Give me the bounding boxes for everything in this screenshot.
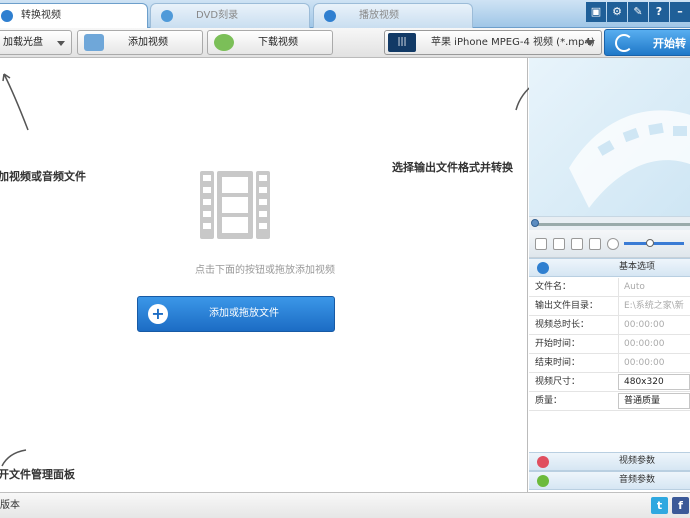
filename-field[interactable]: Auto <box>618 278 690 296</box>
volume-icon[interactable] <box>607 238 619 250</box>
arrow-hint-icon <box>2 73 29 131</box>
start-time-field[interactable]: 00:00:00 <box>618 335 690 353</box>
settings-panel: 基本选项 文件名： Auto 输出文件目录： E:\系统之家\新 视频总时长： … <box>529 258 690 492</box>
device-format-icon: ||| <box>388 33 416 52</box>
load-disc-button[interactable]: 加载光盘 <box>0 30 72 55</box>
register-icon[interactable]: ▣ <box>586 2 606 22</box>
setting-row-video-size: 视频尺寸： 480x320 <box>529 373 690 392</box>
video-params-header[interactable]: 视频参数 <box>529 452 690 471</box>
disc-icon <box>161 10 173 22</box>
file-drop-area[interactable]: 加视频或音频文件 选择输出文件格式并转换 点击下面的按钮或拖放添加视频 + 添加… <box>0 58 575 492</box>
hint-add-files: 加视频或音频文件 <box>0 170 86 183</box>
film-strip-icon <box>200 171 270 239</box>
setting-row-filename: 文件名： Auto <box>529 278 690 297</box>
folder-icon[interactable] <box>589 238 601 250</box>
quality-select[interactable]: 普通质量 <box>618 393 690 409</box>
video-size-select[interactable]: 480x320 <box>618 374 690 390</box>
basic-options-header[interactable]: 基本选项 <box>529 258 690 277</box>
output-dir-field[interactable]: E:\系统之家\新 <box>618 297 690 315</box>
download-video-button[interactable]: 下载视频 <box>207 30 333 55</box>
video-params-icon <box>537 456 549 468</box>
seek-bar[interactable] <box>529 216 690 230</box>
video-preview <box>529 58 690 216</box>
snapshot-icon[interactable] <box>571 238 583 250</box>
facebook-icon[interactable]: f <box>672 497 689 514</box>
tab-bar: 转换视频 DVD刻录 播放视频 ▣ ⚙ ✎ ? – <box>0 0 690 29</box>
refresh-icon <box>615 34 633 52</box>
end-time-field[interactable]: 00:00:00 <box>618 354 690 372</box>
tab-convert-video[interactable]: 转换视频 <box>0 3 148 29</box>
tab-dvd-burn[interactable]: DVD刻录 <box>150 3 310 28</box>
status-bar: 版本 t f <box>0 492 690 518</box>
audio-params-header[interactable]: 音频参数 <box>529 471 690 490</box>
window-buttons: ▣ ⚙ ✎ ? – <box>585 2 690 22</box>
convert-icon <box>1 10 13 22</box>
play-icon <box>324 10 336 22</box>
add-or-drop-files-button[interactable]: + 添加或拖放文件 <box>137 296 335 332</box>
volume-handle[interactable] <box>646 239 654 247</box>
empty-state-message: 点击下面的按钮或拖放添加视频 <box>195 265 335 276</box>
twitter-icon[interactable]: t <box>651 497 668 514</box>
output-format-select[interactable]: ||| 苹果 iPhone MPEG-4 视频 (*.mp4) <box>384 30 602 55</box>
help-button[interactable]: ? <box>649 2 669 22</box>
audio-params-icon <box>537 475 549 487</box>
add-video-button[interactable]: 添加视频 <box>77 30 203 55</box>
chevron-down-icon <box>585 40 595 46</box>
chevron-down-icon <box>57 41 65 46</box>
setting-row-output-dir: 输出文件目录： E:\系统之家\新 <box>529 297 690 316</box>
start-convert-button[interactable]: 开始转 <box>604 29 690 56</box>
minimize-icon[interactable]: – <box>670 2 690 22</box>
arrow-hint-icon <box>1 449 27 467</box>
settings-icon <box>537 262 549 274</box>
setting-row-end-time: 结束时间： 00:00:00 <box>529 354 690 373</box>
tools-icon[interactable]: ✎ <box>628 2 648 22</box>
volume-slider[interactable] <box>624 239 684 247</box>
version-label[interactable]: 版本 <box>0 493 20 518</box>
gear-icon[interactable]: ⚙ <box>607 2 627 22</box>
tab-play-video[interactable]: 播放视频 <box>313 3 473 28</box>
film-reel-watermark-icon <box>569 110 690 208</box>
hint-open-file-panel: 开文件管理面板 <box>0 468 75 481</box>
seek-handle[interactable] <box>531 219 539 227</box>
setting-row-quality: 质量： 普通质量 <box>529 392 690 411</box>
hint-select-format: 选择输出文件格式并转换 <box>392 161 513 174</box>
play-icon[interactable] <box>535 238 547 250</box>
duration-field: 00:00:00 <box>618 316 690 334</box>
stop-icon[interactable] <box>553 238 565 250</box>
toolbar: 加载光盘 添加视频 下载视频 ||| 苹果 iPhone MPEG-4 视频 (… <box>0 28 690 58</box>
setting-row-duration: 视频总时长： 00:00:00 <box>529 316 690 335</box>
setting-row-start-time: 开始时间： 00:00:00 <box>529 335 690 354</box>
player-controls <box>529 230 690 258</box>
